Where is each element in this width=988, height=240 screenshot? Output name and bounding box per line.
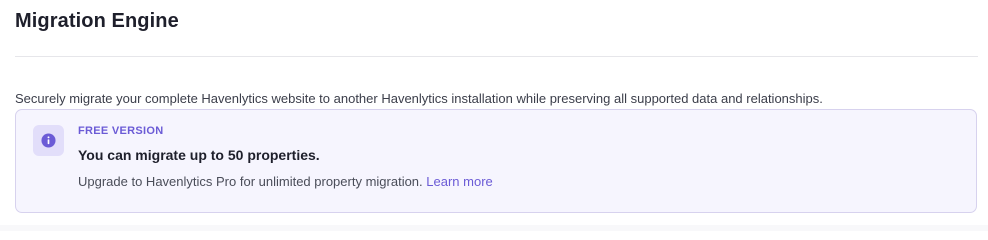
page-title: Migration Engine <box>15 10 179 32</box>
notice-heading: You can migrate up to 50 properties. <box>78 147 320 163</box>
notice-body-text: Upgrade to Havenlytics Pro for unlimited… <box>78 174 423 189</box>
free-version-notice: FREE VERSION You can migrate up to 50 pr… <box>15 109 977 213</box>
title-divider <box>15 56 978 57</box>
notice-body: Upgrade to Havenlytics Pro for unlimited… <box>78 174 493 189</box>
migration-engine-page: Migration Engine Securely migrate your c… <box>0 0 988 231</box>
info-badge <box>33 125 64 156</box>
info-icon <box>41 133 56 148</box>
learn-more-link[interactable]: Learn more <box>426 174 492 189</box>
page-description: Securely migrate your complete Havenlyti… <box>15 91 823 106</box>
notice-label: FREE VERSION <box>78 125 164 137</box>
